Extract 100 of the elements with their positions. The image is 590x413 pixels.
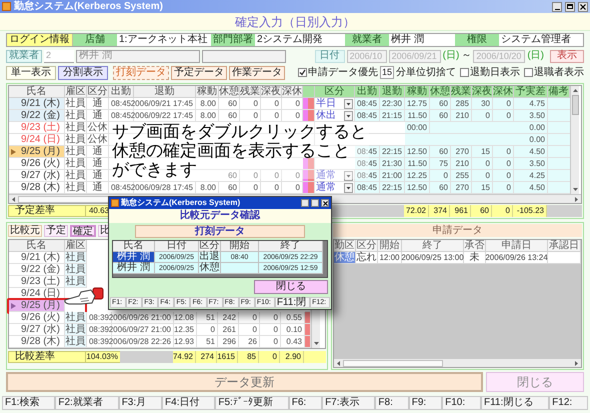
table-cell: 公休 (87, 134, 109, 146)
table-cell: 242 (218, 312, 239, 324)
column-header: 雇区 (65, 240, 87, 252)
table-cell: 22:30 (380, 98, 405, 110)
table-cell: 0 (260, 312, 281, 324)
info-value: 1:アークネット本社 (118, 34, 208, 46)
column-header: 氏名 (9, 240, 65, 252)
column-header: 勤区 (334, 240, 356, 252)
table-cell: 51 (197, 336, 218, 348)
panel-title: 申請データ (432, 226, 482, 236)
column-header: 稼動 (196, 86, 219, 98)
table-cell: 社員 (65, 98, 87, 110)
dialog-heading: 比較元データ確認 (180, 211, 260, 221)
table-cell: 0 (239, 324, 260, 336)
column-header: 深夜 (261, 86, 282, 98)
date-text: 9/26 (火) (21, 312, 60, 322)
summary-value: 961 (450, 205, 471, 217)
weekday-text: (日) (527, 51, 544, 61)
callout-text: ができます (112, 160, 197, 179)
info-label: 権限 (455, 34, 499, 46)
column-header: 残業 (240, 86, 261, 98)
table-cell: 忘れ (356, 252, 378, 264)
table-cell: 0 (197, 324, 218, 336)
table-cell: 08:45 (355, 170, 380, 182)
table-cell: 休憩 (199, 263, 221, 274)
summary-label: 予定差率 (8, 205, 86, 217)
summary-value: 72.02 (404, 205, 429, 217)
table-cell: 08:45 (355, 98, 380, 110)
column-header: 区分 (87, 86, 109, 98)
table-cell: 社員 (65, 336, 87, 348)
column-header: 承認日 (548, 240, 581, 252)
summary-value: 1615 (217, 351, 238, 363)
dialog-title: 勤怠システム(Kerberos System) (121, 199, 240, 207)
date-label: 日付 (314, 50, 345, 62)
table-cell: 08:45 (355, 158, 380, 170)
table-cell: 12.35 (174, 324, 197, 336)
table-cell: 08:45 (355, 110, 380, 122)
table-cell: 2006/09/25 13:00 (402, 252, 464, 264)
info-label: 部門部署 (211, 34, 255, 46)
table-cell: 公休 (87, 122, 109, 134)
info-value: 2システム開発 (256, 34, 324, 46)
table-cell: 社員 (65, 170, 87, 182)
table-cell: 51 (197, 312, 218, 324)
table-cell: 2006/09/26 13:24 (486, 252, 548, 264)
column-header: 退勤 (380, 86, 405, 98)
date-text: 9/24 (日) (21, 134, 60, 144)
dialog-subheading: 打刻データ (195, 226, 245, 236)
table-cell: 296 (218, 336, 239, 348)
table-cell: 未 (464, 252, 486, 264)
column-header: 申請日 (486, 240, 548, 252)
table-cell: 21:00 (380, 170, 405, 182)
column-header: 休憩 (219, 86, 240, 98)
summary-value: 2.90 (280, 351, 304, 363)
summary-value: 374 (429, 205, 450, 217)
table-cell: 11.50 (405, 158, 430, 170)
date-text: 9/22 (金) (21, 264, 60, 274)
table-cell: 22:15 (380, 146, 405, 158)
checkbox-label: 退勤日表示 (470, 68, 520, 78)
column-header: 日付 (155, 241, 199, 252)
table-cell: 261 (218, 324, 239, 336)
table-cell: 社員 (65, 324, 87, 336)
table-cell: 0.10 (281, 324, 305, 336)
summary-value: 85 (238, 351, 259, 363)
table-cell: 12:00 (378, 252, 402, 264)
checkbox-label: 申請データ優先 (308, 68, 378, 78)
table-cell: 社員 (65, 312, 87, 324)
checkbox-label: 退職者表示 (534, 68, 584, 78)
info-label: 店舗 (73, 34, 117, 46)
table-cell: 社員 (65, 122, 87, 134)
table-cell: 社員 (65, 264, 87, 276)
column-header: 備考 (548, 86, 570, 98)
page-heading: 確定入力（日別入力） (235, 16, 355, 28)
column-header: 出勤 (355, 86, 380, 98)
info-label: 就業者 (345, 34, 389, 46)
column-header: 区分 (356, 240, 378, 252)
table-cell: 社員 (65, 182, 87, 194)
table-cell: 12.75 (405, 98, 430, 110)
date-text: 9/27 (水) (21, 170, 60, 180)
column-header: 残業 (451, 86, 472, 98)
date-text: 9/25 (月) (21, 300, 60, 310)
date-text: 9/23 (土) (21, 122, 60, 132)
table-cell: 12.50 (405, 182, 430, 194)
column-header: 承否 (464, 240, 486, 252)
date-text: 9/23 (土) (21, 276, 60, 286)
info-value: 桝井 潤 (390, 34, 425, 46)
column-header: 深夜 (472, 86, 493, 98)
table-cell: 00:00 (405, 122, 430, 134)
summary-value: 74.92 (173, 351, 196, 363)
table-cell: 桝井 潤 (113, 252, 155, 263)
summary-label: 比較差率 (8, 351, 86, 363)
column-header: 氏名 (9, 86, 65, 98)
column-header: 休憩 (430, 86, 451, 98)
table-cell: 社員 (65, 276, 87, 288)
column-header: 深休 (493, 86, 514, 98)
table-cell: 12.08 (174, 312, 197, 324)
table-cell: 11.50 (405, 110, 430, 122)
table-cell: 0.55 (281, 312, 305, 324)
column-header: 雇区 (65, 86, 87, 98)
column-header: 区分 (199, 241, 221, 252)
table-cell: 26 (239, 336, 260, 348)
